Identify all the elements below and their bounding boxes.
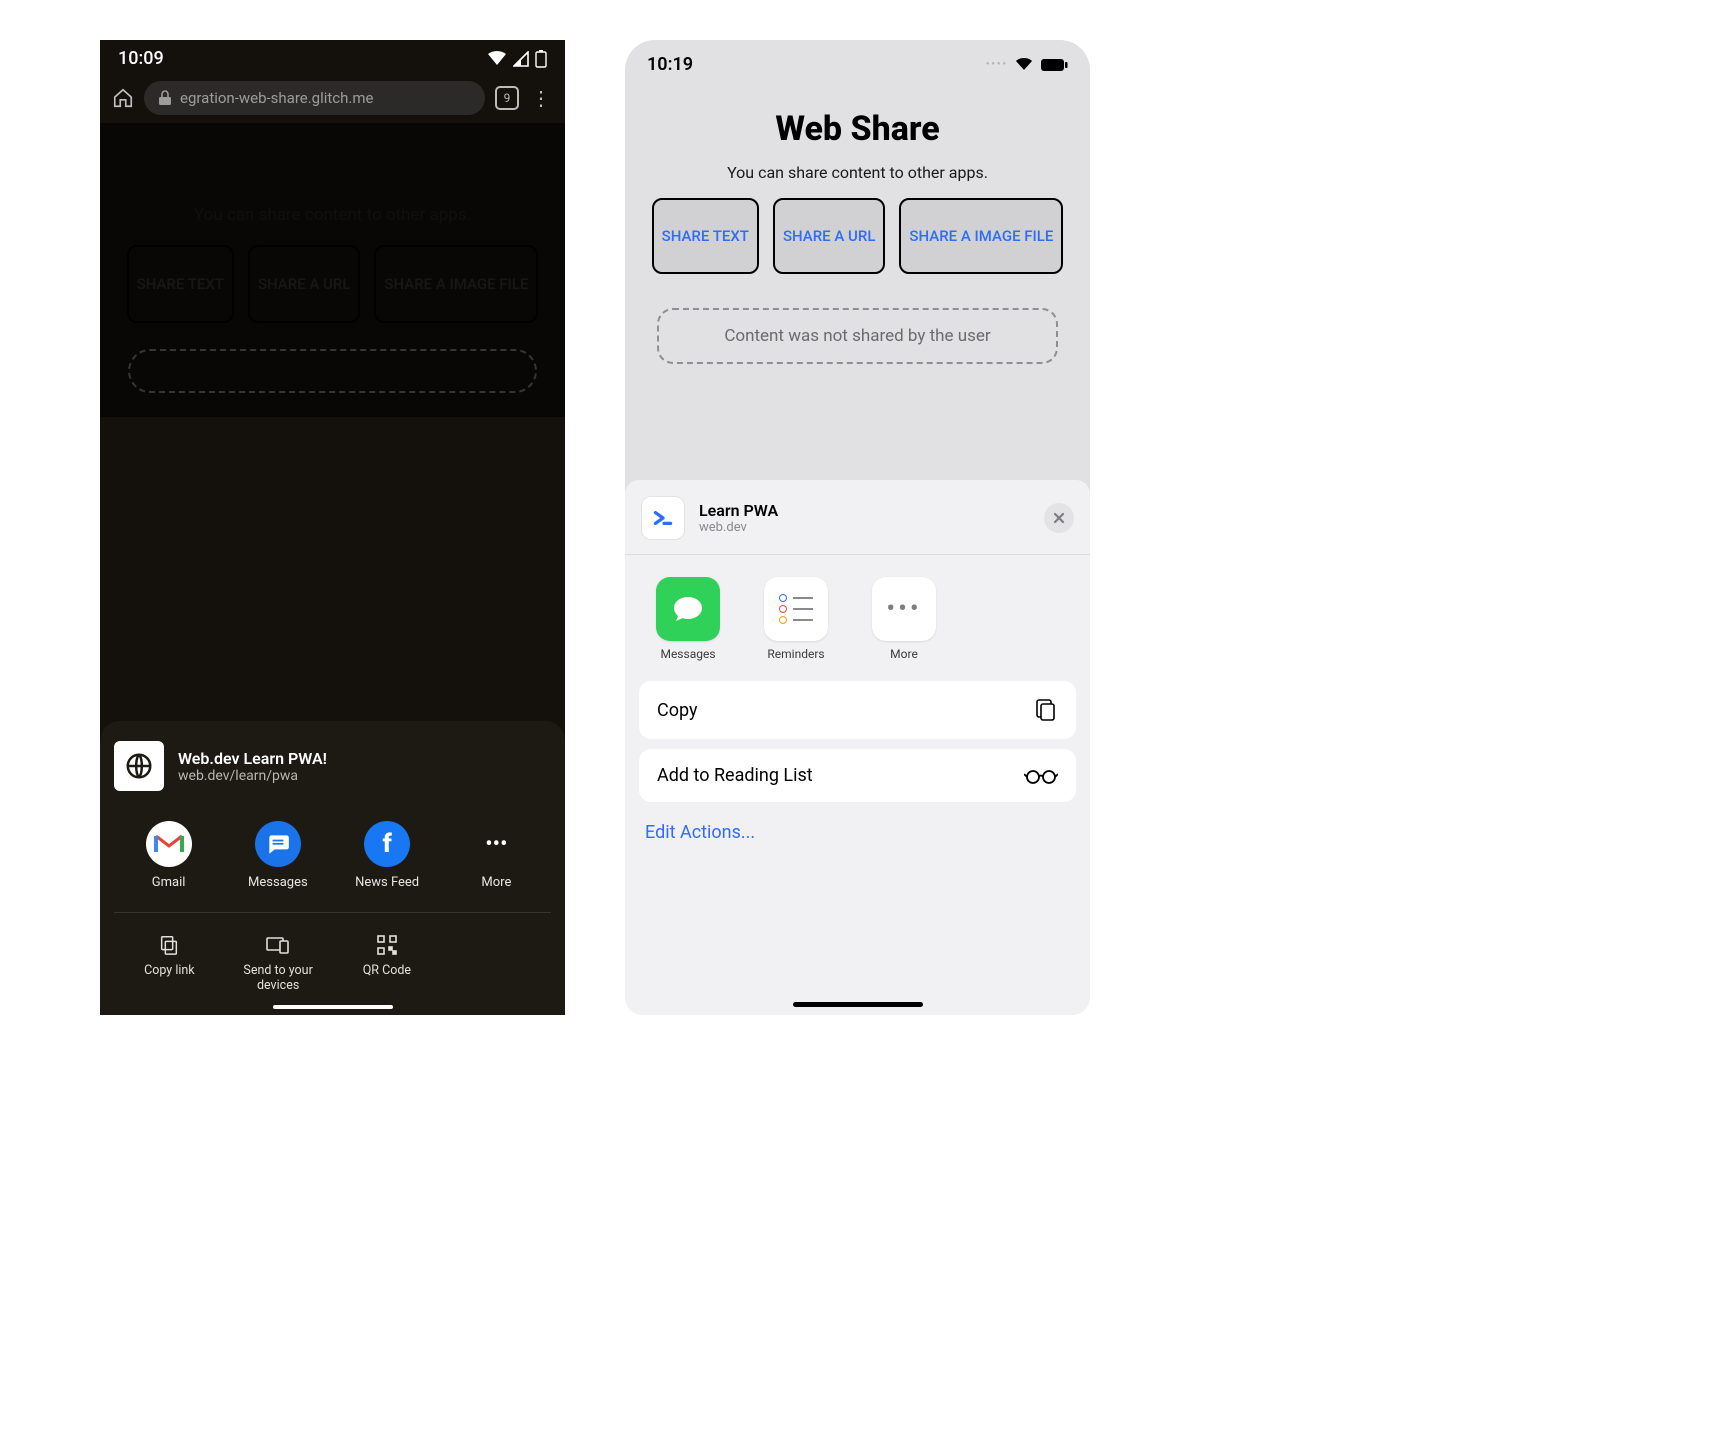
share-target-gmail[interactable]: Gmail [126,821,212,890]
android-page: Web Share You can share content to other… [100,123,565,417]
battery-icon [535,50,547,68]
share-target-more[interactable]: ••• More [861,577,947,661]
share-target-more[interactable]: ••• More [453,821,539,890]
action-qr-code[interactable]: QR Code [338,933,437,993]
more-icon: ••• [473,821,519,867]
app-label: More [481,875,511,890]
messages-icon [656,577,720,641]
app-label: Messages [660,647,715,661]
share-target-messages[interactable]: Messages [645,577,731,661]
close-icon[interactable] [1044,503,1074,533]
app-label: Reminders [767,647,824,661]
messages-icon [255,821,301,867]
battery-icon [1040,58,1068,72]
share-text-button[interactable]: SHARE TEXT [652,198,759,274]
page-caption: You can share content to other apps. [637,163,1078,182]
android-device: 10:09 egration-web-share.glitch.me 9 ⋮ [100,40,565,1015]
status-box: Content was not shared by the user [657,308,1058,364]
android-share-sheet: Web.dev Learn PWA! web.dev/learn/pwa Gma… [100,721,565,1015]
gmail-icon [146,821,192,867]
copy-icon [157,933,181,957]
share-image-button[interactable]: SHARE A IMAGE FILE [374,245,538,323]
source-app-icon [641,496,685,540]
app-label: Gmail [152,875,186,890]
share-title: Web.dev Learn PWA! [178,749,327,768]
signal-icon [513,51,529,67]
page-title: Web Share [114,147,551,187]
home-indicator[interactable] [273,1005,393,1009]
divider [114,912,551,913]
ios-status-bar: 10:19 •••• [625,40,1090,79]
more-icon: ••• [872,577,936,641]
action-spacer [446,933,545,993]
option-copy[interactable]: Copy [639,681,1076,739]
page-title: Web Share [637,109,1078,149]
status-time: 10:19 [647,54,693,75]
share-url-button[interactable]: SHARE A URL [248,245,360,323]
app-label: More [890,647,918,661]
action-label: Send to your devices [229,963,328,993]
action-label: QR Code [363,963,411,978]
share-target-newsfeed[interactable]: f News Feed [344,821,430,890]
share-image-button[interactable]: SHARE A IMAGE FILE [899,198,1063,274]
share-text-button[interactable]: SHARE TEXT [127,245,234,323]
android-status-bar: 10:09 [100,40,565,73]
ios-share-sheet: Learn PWA web.dev Messages [625,480,1090,1015]
home-icon[interactable] [112,87,134,109]
status-box [128,349,537,393]
share-target-reminders[interactable]: Reminders [753,577,839,661]
share-source: web.dev [699,520,778,535]
glasses-icon [1024,767,1058,785]
option-reading-list[interactable]: Add to Reading List [639,749,1076,802]
action-send-devices[interactable]: Send to your devices [229,933,328,993]
devices-icon [266,933,290,957]
option-label: Add to Reading List [657,765,813,786]
action-label: Copy link [144,963,195,978]
share-url-button[interactable]: SHARE A URL [773,198,885,274]
page-caption: You can share content to other apps. [114,205,551,225]
address-bar[interactable]: egration-web-share.glitch.me [144,81,485,115]
ios-device: 10:19 •••• Web Share You can share conte… [625,40,1090,1015]
tab-switcher[interactable]: 9 [495,86,519,110]
signal-icon: •••• [986,59,1008,70]
home-indicator[interactable] [793,1002,923,1007]
status-time: 10:09 [118,48,164,69]
app-label: News Feed [355,875,419,890]
share-title: Learn PWA [699,501,778,520]
wifi-icon [1014,57,1034,72]
option-label: Copy [657,700,698,721]
url-text: egration-web-share.glitch.me [180,89,373,107]
ios-page: Web Share You can share content to other… [625,79,1090,384]
copy-docs-icon [1034,697,1058,723]
overflow-menu-icon[interactable]: ⋮ [529,86,553,110]
share-target-messages[interactable]: Messages [235,821,321,890]
qr-icon [375,933,399,957]
globe-icon [114,741,164,791]
edit-actions-link[interactable]: Edit Actions... [625,812,1090,853]
lock-icon [158,90,172,106]
wifi-icon [487,51,507,67]
reminders-icon [764,577,828,641]
share-url: web.dev/learn/pwa [178,768,327,784]
browser-toolbar: egration-web-share.glitch.me 9 ⋮ [100,73,565,123]
action-copy-link[interactable]: Copy link [120,933,219,993]
facebook-icon: f [364,821,410,867]
app-label: Messages [248,875,308,890]
